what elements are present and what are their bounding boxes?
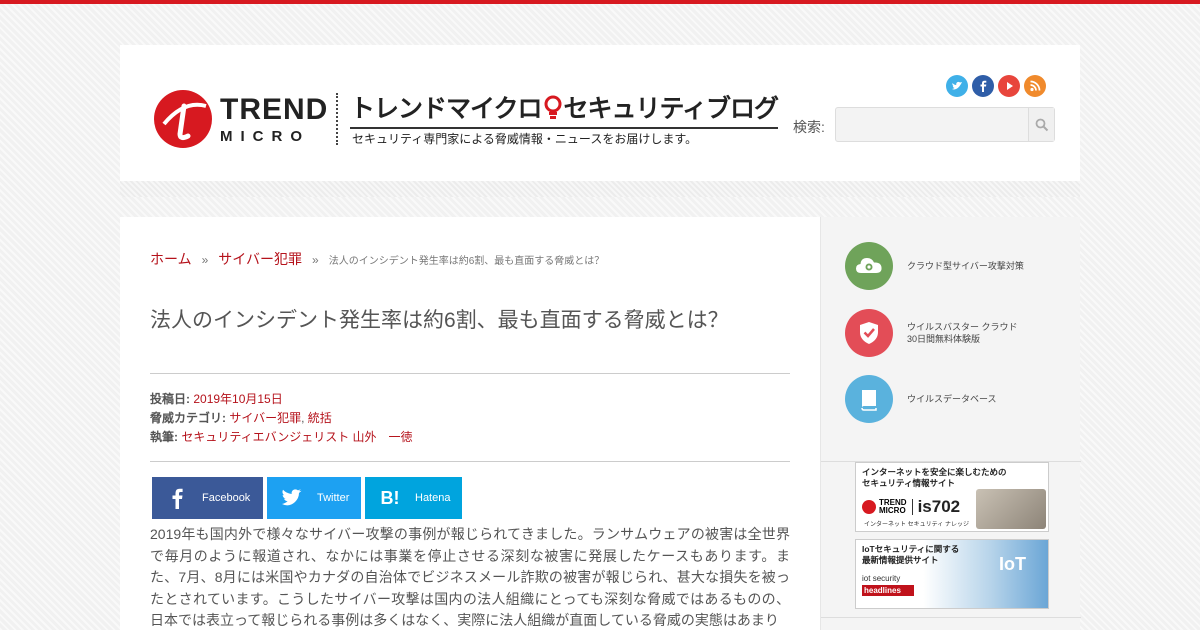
cloud-icon (845, 242, 893, 290)
search-label: 検索: (793, 119, 825, 135)
social-links (946, 75, 1046, 97)
sidebar-item-label: ウイルスデータベース (907, 394, 997, 404)
category-link[interactable]: サイバー犯罪 (229, 411, 301, 425)
trend-micro-ball-icon (862, 500, 876, 514)
is702-banner[interactable]: インターネットを安全に楽しむための セキュリティ情報サイト TREND MICRO… (855, 462, 1049, 532)
breadcrumb-current: 法人のインシデント発生率は約6割、最も直面する脅威とは？ (328, 256, 605, 267)
category-separator: , (301, 411, 305, 425)
logo-divider (336, 93, 338, 145)
breadcrumb-home[interactable]: ホーム (150, 249, 192, 269)
category-label: 脅威カテゴリ: (150, 411, 226, 425)
facebook-share-label: Facebook (202, 492, 251, 504)
iot-banner-text: IoTセキュリティに関する 最新情報提供サイト (862, 544, 959, 566)
lightbulb-icon (544, 95, 562, 121)
search-input[interactable] (836, 108, 1028, 141)
book-icon (845, 375, 893, 423)
facebook-icon[interactable] (972, 75, 994, 97)
logo-micro-text: MICRO (220, 127, 310, 145)
blog-title-pre: トレンドマイクロ (350, 95, 543, 123)
banner-line: セキュリティ情報サイト (862, 478, 955, 488)
category-link[interactable]: 統括 (308, 411, 332, 425)
post-meta: 投稿日: 2019年10月15日 脅威カテゴリ: サイバー犯罪, 統括 執筆: … (150, 390, 413, 447)
sidebar-item-label-line1: ウイルスバスター クラウド (907, 322, 1018, 332)
iot-graphic-text: IoT (999, 554, 1026, 574)
blog-title-post: セキュリティブログ (563, 95, 780, 123)
main-content: ホーム » サイバー犯罪 » 法人のインシデント発生率は約6割、最も直面する脅威… (120, 217, 820, 630)
post-body: 2019年も国内外で様々なサイバー攻撃の事例が報じられてきました。ランサムウェア… (150, 526, 790, 628)
banner-brand-2: MICRO (879, 506, 906, 515)
breadcrumb-separator: » (312, 253, 319, 267)
sidebar-item-virus-database[interactable]: ウイルスデータベース (845, 375, 997, 423)
shield-icon (845, 309, 893, 357)
is702-banner-text: インターネットを安全に楽しむための セキュリティ情報サイト (862, 467, 1007, 489)
search-icon (1035, 118, 1048, 131)
laptop-image (976, 489, 1046, 529)
sidebar-divider (821, 617, 1081, 618)
is702-tagline: インターネット セキュリティ ナレッジ (864, 522, 969, 528)
hatena-bookmark-icon: B! (380, 487, 400, 508)
is702-logo: TREND MICRO is702 (862, 497, 960, 517)
sidebar-item-label: ウイルスバスター クラウド 30日間無料体験版 (907, 321, 1018, 345)
banner-line: IoTセキュリティに関する (862, 544, 960, 554)
search-button[interactable] (1028, 108, 1054, 141)
facebook-share-button[interactable]: Facebook (152, 477, 263, 519)
site-header: TREND MICRO トレンドマイクロ セキュリティブログ セキュリティ専門家に… (120, 45, 1080, 181)
sidebar-item-virus-buster[interactable]: ウイルスバスター クラウド 30日間無料体験版 (845, 309, 1018, 357)
twitter-share-label: Twitter (317, 492, 350, 504)
divider (150, 461, 790, 462)
iot-logo-top: iot (862, 574, 871, 583)
search-box (835, 107, 1055, 142)
breadcrumb-separator: » (201, 253, 209, 267)
breadcrumb-category[interactable]: サイバー犯罪 (218, 249, 302, 269)
youtube-icon[interactable] (998, 75, 1020, 97)
sidebar: クラウド型サイバー攻撃対策 ウイルスバスター クラウド 30日間無料体験版 ウイ… (820, 217, 1081, 630)
sidebar-item-label-line2: 30日間無料体験版 (907, 334, 981, 344)
blog-title[interactable]: トレンドマイクロ セキュリティブログ (350, 89, 780, 129)
logo-trend-text: TREND (220, 92, 329, 126)
blog-subtitle: セキュリティ専門家による脅威情報・ニュースをお届けします。 (352, 132, 698, 146)
banner-divider (911, 499, 913, 515)
iot-security-banner[interactable]: IoTセキュリティに関する 最新情報提供サイト iot security hea… (855, 539, 1049, 609)
hatena-share-label: Hatena (415, 492, 451, 504)
trend-micro-ball-icon (154, 90, 212, 148)
post-title: 法人のインシデント発生率は約6割、最も直面する脅威とは？ (150, 309, 729, 332)
iot-logo-mid: security (872, 574, 901, 583)
divider (150, 373, 790, 374)
facebook-icon (164, 486, 190, 510)
banner-line: 最新情報提供サイト (862, 555, 939, 565)
header-stripe (120, 181, 1080, 197)
top-accent-bar (0, 0, 1200, 4)
is702-product-name: is702 (917, 497, 961, 516)
hatena-share-button[interactable]: B! Hatena (365, 477, 462, 519)
author-link[interactable]: セキュリティエバンジェリスト 山外 一徳 (181, 430, 412, 444)
post-date[interactable]: 2019年10月15日 (193, 392, 282, 406)
banner-line: インターネットを安全に楽しむための (862, 467, 1007, 477)
sidebar-item-label: クラウド型サイバー攻撃対策 (907, 261, 1024, 271)
twitter-icon (279, 486, 305, 510)
trend-micro-logo[interactable]: TREND MICRO (154, 90, 328, 148)
twitter-share-button[interactable]: Twitter (267, 477, 361, 519)
iot-security-logo: iot security headlines (862, 574, 914, 596)
iot-logo-bottom: headlines (862, 585, 914, 596)
breadcrumb: ホーム » サイバー犯罪 » 法人のインシデント発生率は約6割、最も直面する脅威… (150, 249, 604, 269)
sidebar-item-cloud-security[interactable]: クラウド型サイバー攻撃対策 (845, 242, 1024, 290)
rss-icon[interactable] (1024, 75, 1046, 97)
share-buttons: Facebook Twitter B! Hatena (152, 477, 462, 519)
is702-trend-logo: TREND MICRO (879, 499, 907, 515)
twitter-icon[interactable] (946, 75, 968, 97)
date-label: 投稿日: (150, 392, 190, 406)
author-label: 執筆: (150, 430, 178, 444)
